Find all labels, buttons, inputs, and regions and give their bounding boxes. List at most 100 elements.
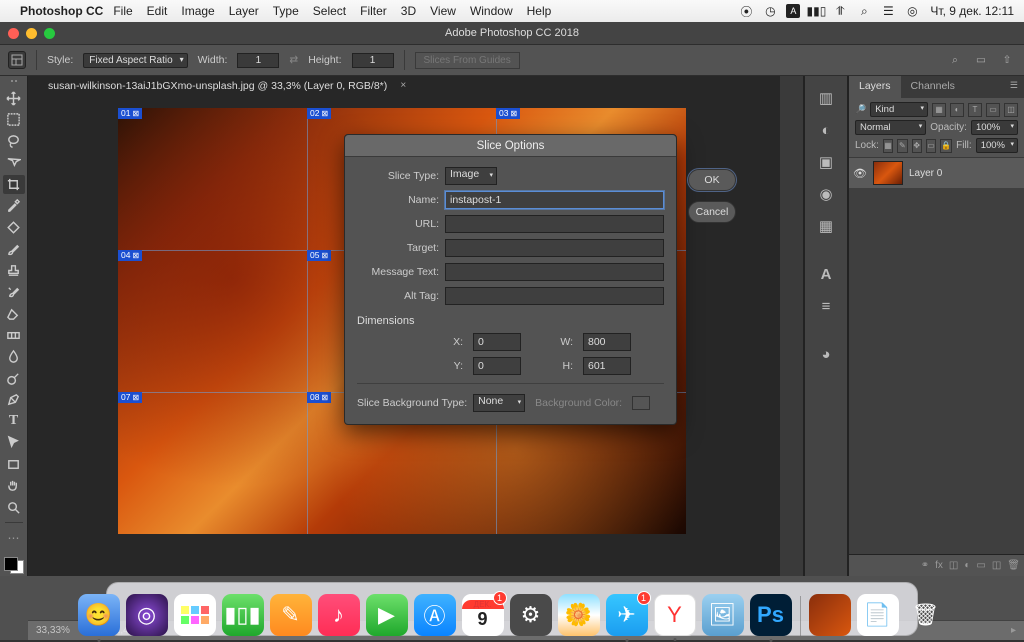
filter-shape-icon[interactable]: ▭ (986, 103, 1000, 117)
healing-tool-icon[interactable] (3, 218, 25, 238)
fill-select[interactable]: 100% (976, 138, 1018, 153)
channels-tab[interactable]: Channels (901, 76, 965, 98)
color-swatches[interactable] (2, 555, 26, 576)
ok-button[interactable]: OK (688, 169, 736, 191)
color-panel-icon[interactable]: ◉ (812, 180, 840, 208)
slice-badge-08[interactable]: 08⊠ (307, 392, 331, 403)
dock-settings[interactable]: ⚙ (510, 594, 552, 636)
name-input[interactable] (445, 191, 664, 209)
filter-adjust-icon[interactable]: ◐ (950, 103, 964, 117)
dock-yandex[interactable]: Y (654, 594, 696, 636)
filter-type-icon[interactable]: T (968, 103, 982, 117)
search-tool-icon[interactable]: ⌕ (946, 51, 964, 69)
target-input[interactable] (445, 239, 664, 257)
foreground-color-swatch[interactable] (4, 557, 18, 571)
dock-calendar[interactable]: ДЕК.91 (462, 594, 504, 636)
adjustment-layer-icon[interactable]: ◐ (964, 560, 970, 571)
dodge-tool-icon[interactable] (3, 368, 25, 388)
workspace-icon[interactable]: ▭ (972, 51, 990, 69)
filter-pixel-icon[interactable]: ▦ (932, 103, 946, 117)
libraries-panel-icon[interactable]: ◕ (812, 340, 840, 368)
close-tab-icon[interactable]: × (400, 80, 406, 91)
gradient-tool-icon[interactable] (3, 325, 25, 345)
hand-tool-icon[interactable] (3, 476, 25, 496)
blend-mode-select[interactable]: Normal (855, 120, 926, 135)
zoom-tool-icon[interactable] (3, 498, 25, 518)
dock-trash[interactable]: 🗑 (905, 594, 947, 636)
layer-group-icon[interactable]: ▭ (976, 560, 985, 571)
blur-tool-icon[interactable] (3, 347, 25, 367)
visibility-eye-icon[interactable]: 👁 (853, 167, 867, 180)
wifi-icon[interactable]: ⥣ (832, 3, 848, 19)
adjustments-panel-icon[interactable]: ◐ (812, 116, 840, 144)
battery-icon[interactable]: ▮▮▯ (808, 3, 824, 19)
minimize-window-icon[interactable] (26, 28, 37, 39)
panel-dock-collapsed[interactable] (780, 76, 804, 576)
layer-thumbnail[interactable] (873, 161, 903, 185)
path-select-tool-icon[interactable] (3, 433, 25, 453)
slice-badge-01[interactable]: 01⊠ (118, 108, 142, 119)
menu-type[interactable]: Type (273, 4, 299, 18)
dock-launchpad[interactable] (174, 594, 216, 636)
styles-panel-icon[interactable]: ▣ (812, 148, 840, 176)
dock-music[interactable]: ♪ (318, 594, 360, 636)
dock-pages[interactable]: ✎ (270, 594, 312, 636)
dock-recent-file[interactable]: 📄 (857, 594, 899, 636)
menu-file[interactable]: File (113, 4, 132, 18)
dock-recent-doc[interactable] (809, 594, 851, 636)
y-input[interactable] (473, 357, 521, 375)
height-input[interactable]: 1 (352, 53, 394, 68)
clock-icon[interactable]: ◷ (762, 3, 778, 19)
dock-siri[interactable]: ◎ (126, 594, 168, 636)
slices-from-guides-button[interactable]: Slices From Guides (415, 52, 520, 69)
stamp-tool-icon[interactable] (3, 261, 25, 281)
dock-photos[interactable]: 🌼 (558, 594, 600, 636)
lang-icon[interactable]: A (786, 4, 800, 18)
rectangle-tool-icon[interactable] (3, 455, 25, 475)
filter-kind-select[interactable]: Kind (870, 102, 928, 117)
dock-appstore[interactable]: Ⓐ (414, 594, 456, 636)
slice-badge-05[interactable]: 05⊠ (307, 250, 331, 261)
layers-tab[interactable]: Layers (849, 76, 901, 98)
quick-select-tool-icon[interactable] (3, 153, 25, 173)
siri-icon[interactable]: ◎ (904, 3, 920, 19)
lock-pixels-icon[interactable]: ✎ (897, 139, 907, 153)
menu-3d[interactable]: 3D (401, 4, 416, 18)
url-input[interactable] (445, 215, 664, 233)
menu-window[interactable]: Window (470, 4, 513, 18)
zoom-window-icon[interactable] (44, 28, 55, 39)
type-tool-icon[interactable]: T (3, 412, 25, 432)
message-input[interactable] (445, 263, 664, 281)
document-tab[interactable]: susan-wilkinson-13aiJ1bGXmo-unsplash.jpg… (38, 76, 413, 98)
close-window-icon[interactable] (8, 28, 19, 39)
lock-all-icon[interactable]: 🔒 (940, 139, 952, 153)
panel-menu-icon[interactable]: ☰ (1004, 76, 1024, 98)
dock-finder[interactable]: 😊 (78, 594, 120, 636)
slice-badge-07[interactable]: 07⊠ (118, 392, 142, 403)
w-input[interactable] (583, 333, 631, 351)
new-layer-icon[interactable]: ◫ (992, 560, 1001, 571)
dock-telegram[interactable]: ✈1 (606, 594, 648, 636)
link-layers-icon[interactable]: ⚭ (921, 560, 929, 571)
marquee-tool-icon[interactable] (3, 110, 25, 130)
history-panel-icon[interactable]: ▥ (812, 84, 840, 112)
app-name[interactable]: Photoshop CC (20, 4, 103, 18)
history-brush-tool-icon[interactable] (3, 282, 25, 302)
bg-type-select[interactable]: None (473, 394, 525, 412)
dock-numbers[interactable]: ▮▯▮ (222, 594, 264, 636)
style-select[interactable]: Fixed Aspect Ratio (83, 53, 187, 68)
move-tool-icon[interactable] (3, 89, 25, 109)
swap-wh-icon[interactable]: ⇄ (289, 54, 298, 66)
pen-tool-icon[interactable] (3, 390, 25, 410)
slice-badge-04[interactable]: 04⊠ (118, 250, 142, 261)
control-center-icon[interactable]: ☰ (880, 3, 896, 19)
lock-position-icon[interactable]: ✥ (912, 139, 922, 153)
record-icon[interactable]: ⦿ (738, 3, 754, 19)
edit-toolbar-icon[interactable]: ⋯ (3, 528, 25, 548)
paragraph-panel-icon[interactable]: ≡ (812, 292, 840, 320)
layer-name[interactable]: Layer 0 (909, 168, 942, 179)
menu-layer[interactable]: Layer (229, 4, 259, 18)
share-icon[interactable]: ⇧ (998, 51, 1016, 69)
dock-preview[interactable]: 🖼 (702, 594, 744, 636)
menubar-clock[interactable]: Чт, 9 дек. 12:11 (930, 4, 1014, 18)
